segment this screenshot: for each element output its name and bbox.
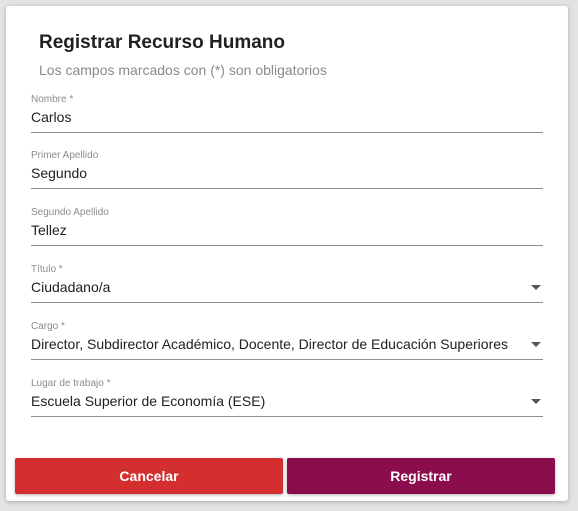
nombre-input[interactable] bbox=[31, 107, 543, 127]
nombre-label: Nombre * bbox=[31, 94, 74, 105]
register-button[interactable]: Registrar bbox=[287, 458, 555, 494]
dialog-title: Registrar Recurso Humano bbox=[39, 32, 286, 53]
dropdown-arrow-icon[interactable] bbox=[531, 285, 541, 290]
lugar-trabajo-select[interactable]: Escuela Superior de Economía (ESE) bbox=[31, 391, 543, 411]
register-dialog: Registrar Recurso Humano Los campos marc… bbox=[6, 6, 568, 501]
segundo-apellido-label: Segundo Apellido bbox=[31, 207, 109, 218]
cargo-field[interactable]: Cargo * Director, Subdirector Académico,… bbox=[31, 321, 543, 363]
nombre-field: Nombre * bbox=[31, 94, 543, 136]
primer-apellido-label: Primer Apellido bbox=[31, 150, 99, 161]
titulo-underline bbox=[31, 302, 543, 303]
primer-apellido-input[interactable] bbox=[31, 163, 543, 183]
lugar-trabajo-label: Lugar de trabajo * bbox=[31, 378, 111, 389]
lugar-trabajo-field[interactable]: Lugar de trabajo * Escuela Superior de E… bbox=[31, 378, 543, 420]
primer-apellido-field: Primer Apellido bbox=[31, 150, 543, 192]
dropdown-arrow-icon[interactable] bbox=[531, 342, 541, 347]
cancel-button[interactable]: Cancelar bbox=[15, 458, 283, 494]
nombre-underline bbox=[31, 132, 543, 133]
titulo-label: Título * bbox=[31, 264, 63, 275]
segundo-apellido-input[interactable] bbox=[31, 220, 543, 240]
titulo-select[interactable]: Ciudadano/a bbox=[31, 277, 543, 297]
lugar-trabajo-underline bbox=[31, 416, 543, 417]
segundo-apellido-underline bbox=[31, 245, 543, 246]
segundo-apellido-field: Segundo Apellido bbox=[31, 207, 543, 249]
primer-apellido-underline bbox=[31, 188, 543, 189]
cargo-select[interactable]: Director, Subdirector Académico, Docente… bbox=[31, 334, 543, 354]
cargo-underline bbox=[31, 359, 543, 360]
dropdown-arrow-icon[interactable] bbox=[531, 399, 541, 404]
titulo-field[interactable]: Título * Ciudadano/a bbox=[31, 264, 543, 306]
dialog-subtitle: Los campos marcados con (*) son obligato… bbox=[39, 62, 327, 78]
cargo-label: Cargo * bbox=[31, 321, 65, 332]
